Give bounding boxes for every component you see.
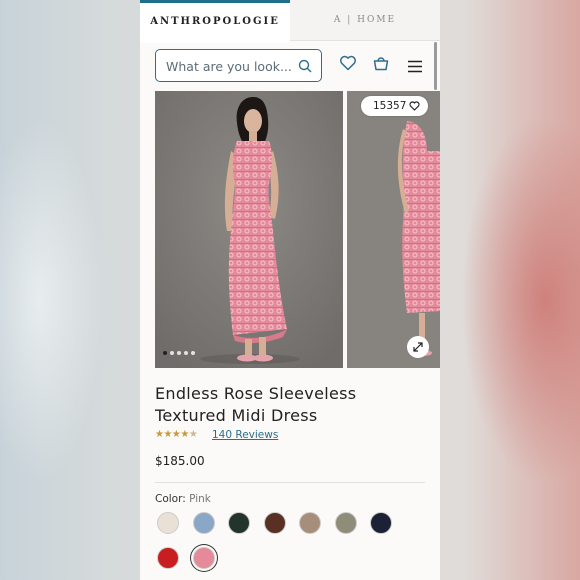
color-swatch-taupe[interactable] — [299, 512, 321, 534]
model-side-view-illustration — [347, 91, 440, 368]
color-swatch-red[interactable] — [157, 547, 179, 569]
divider — [155, 482, 425, 483]
tab-a-home[interactable]: A | HOME — [290, 0, 440, 40]
color-swatch-ivory[interactable] — [157, 512, 179, 534]
favorite-count-badge[interactable]: 15357 — [361, 96, 429, 118]
rating-stars: ★★★★★ — [155, 429, 198, 440]
expand-image-button[interactable] — [407, 336, 429, 358]
product-price: $185.00 — [155, 454, 205, 468]
color-swatch-sage[interactable] — [334, 512, 357, 534]
product-image-secondary[interactable] — [347, 91, 440, 368]
heart-icon — [409, 98, 420, 118]
search-box[interactable] — [155, 49, 322, 82]
product-image-main[interactable] — [155, 91, 343, 368]
color-swatch-blue[interactable] — [192, 512, 215, 534]
favorite-count: 15357 — [373, 100, 407, 112]
image-carousel-dots[interactable] — [163, 340, 198, 359]
color-swatch-navy[interactable] — [370, 512, 392, 534]
reviews-link[interactable]: 140 Reviews — [212, 429, 278, 441]
tab-anthropologie[interactable]: ANTHROPOLOGIE — [140, 0, 290, 43]
carousel-dot[interactable] — [163, 351, 167, 355]
expand-icon — [413, 342, 423, 352]
bag-icon[interactable] — [372, 54, 390, 76]
carousel-dot[interactable] — [177, 351, 181, 355]
model-pink-dress-illustration — [155, 91, 343, 368]
selected-color-value: Pink — [189, 493, 211, 505]
heart-icon[interactable] — [339, 55, 357, 75]
mobile-page: ANTHROPOLOGIE A | HOME What are you look… — [140, 0, 440, 580]
search-input[interactable] — [166, 57, 291, 75]
carousel-dot[interactable] — [184, 351, 188, 355]
color-swatch-pink[interactable] — [192, 547, 215, 569]
color-label: Color: Pink — [155, 493, 211, 505]
carousel-dot[interactable] — [170, 351, 174, 355]
rating-stars-full: ★★★★ — [155, 429, 189, 440]
product-title: Endless Rose Sleeveless Textured Midi Dr… — [155, 384, 357, 425]
rating-star-half: ★ — [188, 429, 198, 440]
search-icon[interactable] — [298, 58, 312, 77]
site-tabs: ANTHROPOLOGIE A | HOME — [140, 0, 440, 43]
color-swatch-dark-green[interactable] — [228, 512, 250, 534]
menu-icon[interactable] — [407, 58, 423, 77]
color-swatch-brown[interactable] — [263, 512, 286, 534]
color-label-text: Color: — [155, 493, 186, 505]
carousel-dot[interactable] — [191, 351, 195, 355]
scrollbar[interactable] — [434, 42, 437, 90]
